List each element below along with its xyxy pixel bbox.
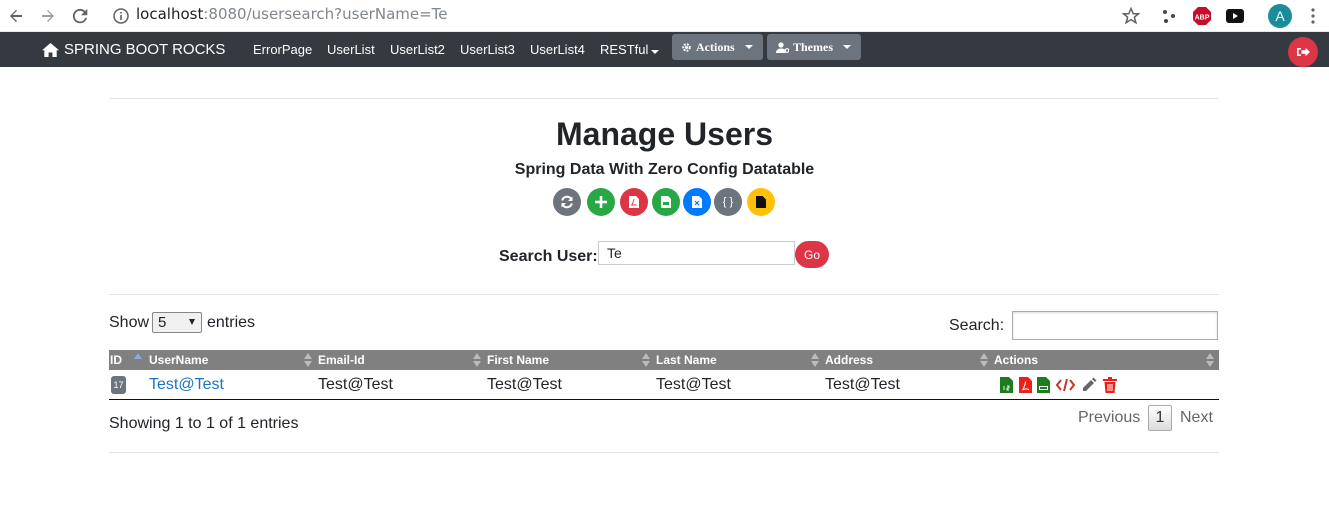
delete-trash-icon[interactable] [1103, 377, 1117, 393]
column-header-last-name[interactable]: Last Name [656, 353, 717, 367]
table-header: ID UserName Email-Id First Name Last Nam… [109, 350, 1219, 370]
profile-avatar[interactable]: A [1268, 4, 1292, 28]
extension-icon[interactable] [1158, 5, 1180, 27]
column-header-email[interactable]: Email-Id [318, 353, 365, 367]
back-icon[interactable] [6, 6, 26, 26]
export-json-button[interactable]: { } [714, 188, 742, 216]
column-header-id[interactable]: ID [110, 353, 122, 367]
export-csv-button[interactable] [652, 188, 680, 216]
table-search-label: Search: [949, 317, 1005, 334]
add-user-button[interactable] [587, 188, 615, 216]
last-name-cell: Test@Test [656, 376, 731, 393]
column-header-actions[interactable]: Actions [994, 353, 1038, 367]
actions-label: Actions [696, 39, 735, 54]
themes-label: Themes [793, 39, 833, 54]
address-cell: Test@Test [825, 376, 900, 393]
export-file-button[interactable] [747, 188, 775, 216]
nav-link-userlist2[interactable]: UserList2 [390, 42, 445, 57]
page-title: Manage Users [556, 116, 773, 152]
chevron-down-icon [189, 319, 195, 325]
table-search-input[interactable] [1012, 311, 1218, 340]
pagination-next[interactable]: Next [1180, 409, 1213, 427]
file-icon [756, 196, 766, 208]
json-braces-icon: { } [722, 196, 734, 208]
column-header-username[interactable]: UserName [149, 353, 208, 367]
actions-dropdown-button[interactable]: Actions [672, 34, 763, 60]
logout-button[interactable] [1288, 37, 1318, 67]
restful-label: RESTful [600, 42, 649, 57]
home-icon [42, 42, 59, 57]
menu-kebab-icon[interactable] [1302, 5, 1324, 27]
entries-length-select[interactable]: 5 [152, 312, 202, 333]
divider [109, 452, 1219, 453]
url-path: :8080/usersearch?userName=Te [203, 5, 448, 23]
address-bar[interactable]: localhost:8080/usersearch?userName=Te [136, 5, 448, 23]
sign-out-icon [1296, 47, 1310, 57]
email-cell: Test@Test [318, 376, 393, 393]
gear-icon [682, 42, 691, 52]
user-cog-icon [776, 41, 789, 53]
sort-asc-icon[interactable] [134, 353, 142, 367]
export-row-pdf-icon[interactable] [1019, 377, 1032, 393]
adblock-label: ABP [1195, 15, 1210, 22]
id-badge: 17 [111, 376, 126, 394]
nav-dropdown-restful[interactable]: RESTful [600, 42, 660, 57]
sort-icon[interactable] [642, 353, 650, 367]
sort-icon[interactable] [980, 353, 988, 367]
csv-file-icon [661, 196, 671, 208]
nav-link-errorpage[interactable]: ErrorPage [253, 42, 312, 57]
sort-icon[interactable] [473, 353, 481, 367]
excel-file-icon [692, 196, 702, 208]
edit-pencil-icon[interactable] [1081, 377, 1097, 393]
site-info-icon[interactable] [112, 7, 130, 25]
username-link[interactable]: Test@Test [149, 376, 224, 394]
reload-icon[interactable] [70, 6, 90, 26]
nav-link-userlist4[interactable]: UserList4 [530, 42, 585, 57]
pagination-previous[interactable]: Previous [1078, 409, 1140, 427]
pdf-file-icon [629, 196, 639, 208]
entries-length-value: 5 [158, 314, 167, 331]
go-button[interactable]: Go [795, 241, 829, 268]
code-icon[interactable] [1056, 377, 1075, 393]
divider [109, 294, 1219, 295]
top-navbar: SPRING BOOT ROCKS ErrorPage UserList Use… [0, 32, 1329, 67]
column-header-first-name[interactable]: First Name [487, 353, 549, 367]
themes-dropdown-button[interactable]: Themes [767, 34, 861, 60]
export-js-icon[interactable] [1000, 377, 1013, 393]
browser-toolbar: localhost:8080/usersearch?userName=Te AB… [0, 0, 1329, 32]
show-label: Show [109, 314, 150, 331]
export-excel-button[interactable] [683, 188, 711, 216]
pagination-page-current[interactable]: 1 [1148, 405, 1172, 431]
nav-link-userlist3[interactable]: UserList3 [460, 42, 515, 57]
page-subtitle: Spring Data With Zero Config Datatable [514, 161, 815, 178]
plus-icon [595, 196, 607, 208]
export-pdf-button[interactable] [620, 188, 648, 216]
refresh-icon [561, 195, 573, 209]
search-user-label: Search User: [499, 248, 598, 265]
table-info: Showing 1 to 1 of 1 entries [109, 415, 299, 432]
adblock-icon[interactable]: ABP [1191, 5, 1213, 27]
chevron-down-icon [843, 45, 851, 49]
chevron-down-icon [651, 50, 660, 54]
forward-icon[interactable] [38, 6, 58, 26]
table-row: 17 Test@Test Test@Test Test@Test Test@Te… [109, 370, 1219, 400]
sort-icon[interactable] [304, 353, 312, 367]
bookmark-star-icon[interactable] [1120, 5, 1142, 27]
brand-text: SPRING BOOT ROCKS [64, 41, 226, 58]
refresh-button[interactable] [553, 188, 581, 216]
divider [109, 98, 1219, 99]
sort-icon[interactable] [811, 353, 819, 367]
url-host: localhost [136, 5, 204, 23]
search-user-input[interactable] [598, 241, 795, 265]
nav-link-userlist[interactable]: UserList [327, 42, 375, 57]
entries-label: entries [207, 314, 256, 331]
sort-icon[interactable] [1206, 353, 1214, 367]
chevron-down-icon [744, 45, 753, 49]
brand-link[interactable]: SPRING BOOT ROCKS [42, 41, 225, 58]
first-name-cell: Test@Test [487, 376, 562, 393]
export-row-csv-icon[interactable] [1037, 377, 1050, 393]
column-header-address[interactable]: Address [825, 353, 873, 367]
youtube-icon[interactable] [1224, 5, 1246, 27]
